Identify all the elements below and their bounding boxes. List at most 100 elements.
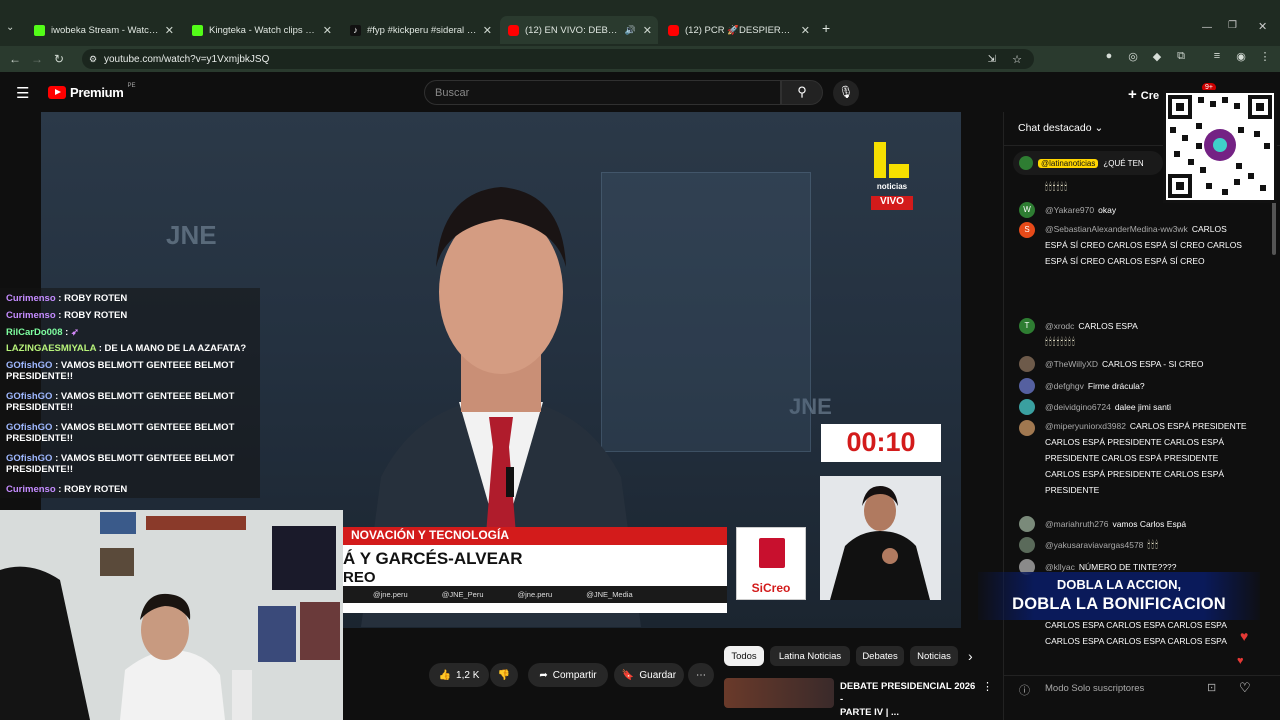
like-button[interactable]: 👍 1,2 K — [429, 663, 489, 687]
pinned-avatar — [1019, 156, 1033, 170]
avatar: W — [1019, 202, 1035, 218]
chat-message: CARLOS ESPA CARLOS ESPA CARLOS ESPA CARL… — [1045, 617, 1240, 649]
chip-noticias[interactable]: Noticias — [910, 646, 958, 666]
debate-timer: 00:10 — [821, 424, 941, 462]
related-more-icon[interactable]: ⋮ — [982, 680, 993, 693]
heart-icon[interactable]: ♡ — [1239, 680, 1251, 696]
browser-tab-5[interactable]: (12) PCR 🚀DESPIERTA PERU - ✕ — [660, 16, 816, 44]
brand-label: Premium — [70, 85, 124, 100]
browser-tab-3[interactable]: ♪ #fyp #kickperu #sideral | sidera ✕ — [342, 16, 498, 44]
kick-chat-overlay: Curimenso : ROBY ROTEN Curimenso : ROBY … — [0, 288, 260, 498]
chat-user: Curimenso — [6, 484, 56, 495]
chat-message: @defghgv Firme drácula? — [1045, 378, 1245, 394]
browser-menu-icon[interactable]: ⋮ — [1256, 50, 1274, 68]
close-tab-icon[interactable]: ✕ — [323, 24, 332, 37]
close-window-icon[interactable]: ✕ — [1258, 20, 1267, 33]
share-label: Compartir — [552, 669, 597, 681]
share-button[interactable]: ➦ Compartir — [528, 663, 608, 687]
chat-footer: ⓘ Modo Solo suscriptores ⊡ ♡ — [1003, 675, 1280, 701]
chips-next-icon[interactable]: › — [968, 648, 973, 664]
avatar: S — [1019, 222, 1035, 238]
close-tab-icon[interactable]: ✕ — [643, 24, 652, 37]
super-chat-icon[interactable]: ⊡ — [1207, 681, 1216, 694]
forward-icon[interactable]: → — [26, 52, 48, 66]
chat-text: vamos Carlos Espá — [1112, 519, 1187, 529]
search-input[interactable]: Buscar — [424, 80, 781, 105]
new-tab-button[interactable]: + — [822, 20, 830, 36]
chat-user: GOfishGO — [6, 360, 53, 371]
chat-message: @SebastianAlexanderMedina-ww3wk CARLOS ES… — [1045, 221, 1250, 269]
dislike-button[interactable]: 👎 — [490, 663, 518, 687]
sign-language-interpreter — [820, 476, 941, 600]
chat-user: GOfishGO — [6, 422, 53, 433]
install-app-icon[interactable]: ⇲ — [988, 54, 996, 65]
profile-avatar-icon[interactable]: ◉ — [1232, 50, 1250, 68]
pinned-msg: ¿QUÉ TEN — [1103, 158, 1144, 168]
chip-latina-noticias[interactable]: Latina Noticias — [770, 646, 850, 666]
address-bar-row: ← → ↻ ⚙ youtube.com/watch?v=y1VxmjbkJSQ … — [0, 46, 1280, 72]
promo-line-1: DOBLA LA ACCION, — [1056, 577, 1182, 592]
chat-message: @mariahruth276 vamos Carlos Espá — [1045, 516, 1245, 532]
region-label: PE — [127, 82, 136, 89]
pinned-message[interactable]: @latinanoticias ¿QUÉ TEN — [1013, 151, 1163, 175]
emote-icon: ➶ — [70, 327, 79, 338]
voice-search-icon[interactable]: 🎙 — [833, 80, 859, 106]
chat-user: LAZINGAESMIYALA — [6, 343, 97, 354]
youtube-logo[interactable]: Premium PE — [48, 82, 136, 100]
youtube-favicon-icon — [668, 24, 679, 36]
hamburger-menu-icon[interactable]: ☰ — [16, 84, 29, 102]
jne-watermark: JNE — [166, 220, 217, 250]
kick-chat-line: Curimenso : ROBY ROTEN — [6, 310, 128, 321]
close-tab-icon[interactable]: ✕ — [483, 24, 492, 37]
minimize-window-icon[interactable]: — — [1202, 22, 1212, 33]
candle-emoji-row: 🕯🕯🕯 — [1147, 540, 1159, 551]
kick-chat-line: GOfishGO : VAMOS BELMOTT GENTEEE BELMOT … — [6, 453, 235, 475]
heart-reaction-icon: ♥ — [1237, 655, 1244, 667]
candidate-party: REO — [343, 569, 376, 586]
close-tab-icon[interactable]: ✕ — [801, 24, 810, 37]
browser-tab-4-active[interactable]: (12) EN VIVO: DEBATE PRES 🔊 ✕ — [500, 16, 658, 44]
close-tab-icon[interactable]: ✕ — [165, 24, 174, 37]
media-control-icon[interactable]: ≡ — [1208, 50, 1226, 68]
tab-title: Kingteka - Watch clips on Kick — [209, 24, 319, 36]
create-button[interactable]: + Cre — [1128, 86, 1159, 103]
kick-chat-line: Curimenso : ROBY ROTEN — [6, 484, 128, 495]
browser-tab-1[interactable]: iwobeka Stream - Watch Live o ✕ — [26, 16, 180, 44]
info-icon[interactable]: ⓘ — [1019, 682, 1030, 698]
chip-todos[interactable]: Todos — [724, 646, 764, 666]
extension-icon[interactable]: ◎ — [1124, 50, 1142, 68]
browser-tab-2[interactable]: Kingteka - Watch clips on Kick ✕ — [184, 16, 338, 44]
related-video-thumbnail[interactable] — [724, 678, 834, 708]
heart-reaction-icon: ♥ — [1240, 628, 1249, 644]
avatar — [1019, 516, 1035, 532]
streamer-webcam — [0, 510, 343, 720]
search-button[interactable]: ⚲ — [781, 80, 823, 105]
thumbs-up-icon: 👍 — [438, 669, 452, 681]
avatar — [1019, 356, 1035, 372]
reload-icon[interactable]: ↻ — [48, 52, 70, 66]
bookmark-star-icon[interactable]: ☆ — [1012, 53, 1022, 66]
extension-icon[interactable]: ● — [1100, 50, 1118, 68]
chat-author: @SebastianAlexanderMedina-ww3wk — [1045, 224, 1188, 234]
youtube-favicon-icon — [508, 24, 519, 36]
yape-qr-code — [1163, 90, 1277, 203]
chat-msg: DE LA MANO DE LA AZAFATA? — [104, 343, 247, 354]
extension-icon[interactable]: ◆ — [1148, 50, 1166, 68]
tab-search-button[interactable]: ⌄ — [6, 22, 14, 33]
chevron-down-icon: ⌄ — [1094, 122, 1104, 134]
audio-playing-icon[interactable]: 🔊 — [625, 25, 636, 36]
restore-window-icon[interactable]: ❐ — [1228, 20, 1237, 31]
chat-mode-label: Chat destacado — [1018, 122, 1092, 134]
related-video-title[interactable]: DEBATE PRESIDENCIAL 2026 - PARTE IV | ..… — [840, 680, 978, 719]
chat-message: @miperyuniorxd3982 CARLOS ESPÁ PRESIDENTE… — [1045, 418, 1250, 498]
site-info-icon[interactable]: ⚙ — [89, 54, 97, 65]
extensions-puzzle-icon[interactable]: ⧉ — [1172, 50, 1190, 68]
thumbs-down-icon: 👎 — [497, 669, 511, 681]
kick-chat-line: LAZINGAESMIYALA : DE LA MANO DE LA AZAFA… — [6, 343, 247, 354]
more-actions-button[interactable]: ⋯ — [688, 663, 714, 687]
chip-debates[interactable]: Debates — [856, 646, 904, 666]
back-icon[interactable]: ← — [4, 52, 26, 66]
chat-msg: ROBY ROTEN — [64, 293, 128, 304]
url-field[interactable]: ⚙ youtube.com/watch?v=y1VxmjbkJSQ ⇲ ☆ — [82, 49, 1034, 69]
save-button[interactable]: 🔖 Guardar — [614, 663, 684, 687]
